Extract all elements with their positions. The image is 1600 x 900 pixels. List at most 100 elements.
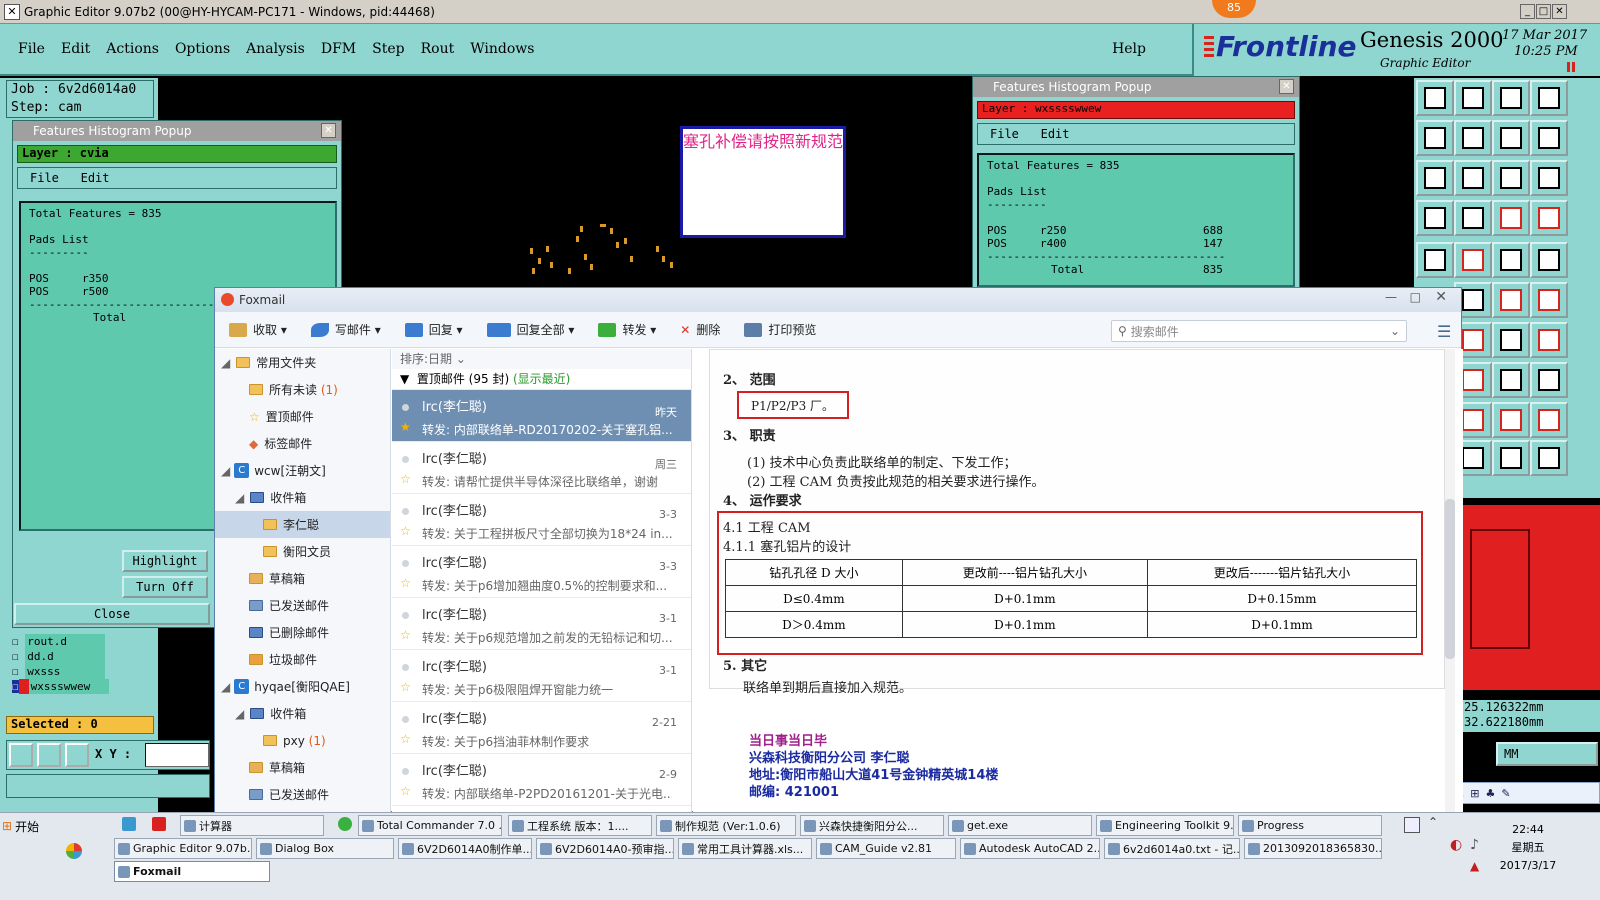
close-button[interactable]: ✕ — [1552, 4, 1567, 19]
task-item[interactable]: Dialog Box — [256, 838, 394, 859]
menu-edit[interactable]: Edit — [61, 41, 90, 57]
menu-icon[interactable]: ☰ — [1437, 322, 1451, 341]
task-item[interactable]: 计算器 — [180, 815, 324, 836]
tool-icon[interactable] — [1492, 160, 1530, 196]
task-item[interactable]: Progress — [1238, 815, 1382, 836]
account-item[interactable]: ◢ Cwcw[汪朝文] — [215, 457, 390, 484]
print-preview-button[interactable]: 打印预览 — [744, 321, 816, 338]
layer-item[interactable]: ☐ dd.d — [12, 649, 109, 664]
folder-item[interactable]: 已发送邮件 — [215, 592, 390, 619]
tool-icon[interactable] — [1492, 402, 1530, 438]
volume-icon[interactable]: ♪ — [1470, 837, 1479, 853]
task-item[interactable]: Autodesk AutoCAD 2... — [960, 838, 1100, 859]
popup-menu-edit[interactable]: Edit — [81, 171, 110, 185]
units-select[interactable]: MM — [1496, 742, 1598, 766]
grid-icon[interactable] — [65, 743, 89, 767]
tool-icon[interactable] — [1492, 362, 1530, 398]
tool-icon[interactable] — [1530, 440, 1568, 476]
folder-item[interactable]: ◢ 收件箱 — [215, 484, 390, 511]
folder-item[interactable]: 衡阳文员 — [215, 538, 390, 565]
popup-menu-edit[interactable]: Edit — [1041, 127, 1070, 141]
message-item[interactable]: ☆ lrc(李仁聪) 3-1 转发: 关于p6规范增加之前发的无铅标记和切... — [392, 598, 691, 650]
task-item[interactable]: Graphic Editor 9.07b... — [114, 838, 252, 859]
tool-icon[interactable] — [1492, 282, 1530, 318]
menu-actions[interactable]: Actions — [106, 41, 159, 57]
task-item[interactable]: Total Commander 7.0 ... — [358, 815, 502, 836]
measure-icon[interactable] — [37, 743, 61, 767]
tool-icon[interactable] — [1454, 80, 1492, 116]
menu-analysis[interactable]: Analysis — [246, 41, 305, 57]
tray-icon[interactable]: ▲ — [1470, 859, 1479, 873]
layer-item[interactable]: ☐ wxssswwew — [12, 679, 109, 694]
folder-item[interactable]: 垃圾邮件 — [215, 646, 390, 673]
tool-icon[interactable] — [1454, 242, 1492, 278]
layer-item[interactable]: ☐ rout.d — [12, 634, 109, 649]
tool-icon[interactable] — [1416, 80, 1454, 116]
tool-icon[interactable] — [1492, 120, 1530, 156]
folder-item[interactable]: ◢ 收件箱 — [215, 700, 390, 727]
delete-button[interactable]: ✕ 删除 — [680, 321, 720, 338]
quick-launch-icon[interactable] — [122, 817, 136, 831]
popup-menu-file[interactable]: File — [990, 127, 1019, 141]
task-item[interactable]: get.exe — [948, 815, 1092, 836]
message-item[interactable]: ☆ lrc(李仁聪) 3-1 转发: 关于p6极限阻焊开窗能力统一 — [392, 650, 691, 702]
popup-close-button[interactable]: ✕ — [321, 123, 336, 138]
tool-icon[interactable] — [1416, 160, 1454, 196]
message-item[interactable]: ★ lrc(李仁聪) 昨天 转发: 内部联络单-RD20170202-关于塞孔铝... — [392, 390, 691, 442]
snap-icon[interactable] — [9, 743, 33, 767]
task-item[interactable]: Engineering Toolkit 9.... — [1096, 815, 1234, 836]
tool-icon[interactable] — [1530, 402, 1568, 438]
xy-input[interactable] — [145, 743, 209, 767]
task-item[interactable]: CAM_Guide v2.81 — [816, 838, 956, 859]
task-item[interactable]: 6V2D6014A0-预审指... — [536, 838, 674, 859]
message-item[interactable]: ☆ lrc(李仁聪) 3-3 转发: 关于p6增加翘曲度0.5%的控制要求和... — [392, 546, 691, 598]
quick-launch-icon[interactable] — [338, 817, 352, 831]
highlight-button[interactable]: Highlight — [122, 550, 208, 572]
tray-icon[interactable]: ◐ — [1450, 837, 1462, 853]
minimize-icon[interactable]: — — [1385, 290, 1397, 304]
reply-button[interactable]: 回复 ▾ — [404, 321, 463, 338]
tool-icon[interactable] — [1492, 200, 1530, 236]
tool-icon[interactable] — [1530, 362, 1568, 398]
system-clock[interactable]: 22:44 星期五 2017/3/17 — [1498, 821, 1558, 875]
group-header[interactable]: ▼ 置顶邮件 (95 封) (显示最近) — [392, 369, 691, 390]
task-item[interactable]: 兴森快捷衡阳分公... — [800, 815, 944, 836]
tool-icon[interactable] — [1530, 282, 1568, 318]
tool-icon[interactable] — [1492, 242, 1530, 278]
task-item-active[interactable]: Foxmail — [114, 861, 270, 882]
tool-icon[interactable] — [1492, 80, 1530, 116]
folder-item-selected[interactable]: 李仁聪 — [215, 511, 390, 538]
tool-icon[interactable] — [1416, 200, 1454, 236]
folder-item[interactable]: 草稿箱 — [215, 754, 390, 781]
search-options-icon[interactable]: ⌄ — [1390, 324, 1400, 338]
compose-button[interactable]: 写邮件 ▾ — [310, 321, 381, 338]
tool-icon[interactable] — [1530, 200, 1568, 236]
pause-icon[interactable] — [1567, 62, 1575, 72]
tool-icon[interactable] — [1530, 242, 1568, 278]
account-item[interactable]: ◢ Chyqae[衡阳QAE] — [215, 673, 390, 700]
tool-icon[interactable] — [1492, 440, 1530, 476]
tool-icon[interactable] — [1492, 322, 1530, 358]
tool-icon[interactable] — [1454, 120, 1492, 156]
tool-icon[interactable] — [1530, 160, 1568, 196]
show-recent-link[interactable]: (显示最近) — [513, 372, 570, 386]
tool-icon[interactable] — [1454, 200, 1492, 236]
menu-options[interactable]: Options — [175, 41, 230, 57]
tool-icon[interactable] — [1530, 322, 1568, 358]
sort-selector[interactable]: 排序:日期 ⌄ — [392, 349, 691, 369]
message-item[interactable]: ☆ lrc(李仁聪) 3-3 转发: 关于工程拼板尺寸全部切换为18*24 in... — [392, 494, 691, 546]
menu-windows[interactable]: Windows — [470, 41, 534, 57]
menu-help[interactable]: Help — [1112, 41, 1146, 57]
tool-icon[interactable] — [1416, 242, 1454, 278]
minimize-button[interactable]: _ — [1520, 4, 1535, 19]
folder-item[interactable]: ◢ 常用文件夹 — [215, 349, 390, 376]
scrollbar[interactable] — [1445, 349, 1455, 813]
message-item[interactable]: ☆ lrc(李仁聪) 周三 转发: 请帮忙提供半导体深径比联络单，谢谢 — [392, 442, 691, 494]
forward-button[interactable]: 转发 ▾ — [598, 321, 656, 338]
task-item[interactable]: 6V2D6014A0制作单.... — [398, 838, 532, 859]
folder-item[interactable]: ☆ 置顶邮件 — [215, 403, 390, 430]
folder-item[interactable]: 草稿箱 — [215, 565, 390, 592]
menu-dfm[interactable]: DFM — [321, 41, 356, 57]
task-item[interactable]: 2013092018365830.... — [1244, 838, 1382, 859]
folder-item[interactable]: 已发送邮件 — [215, 781, 390, 808]
